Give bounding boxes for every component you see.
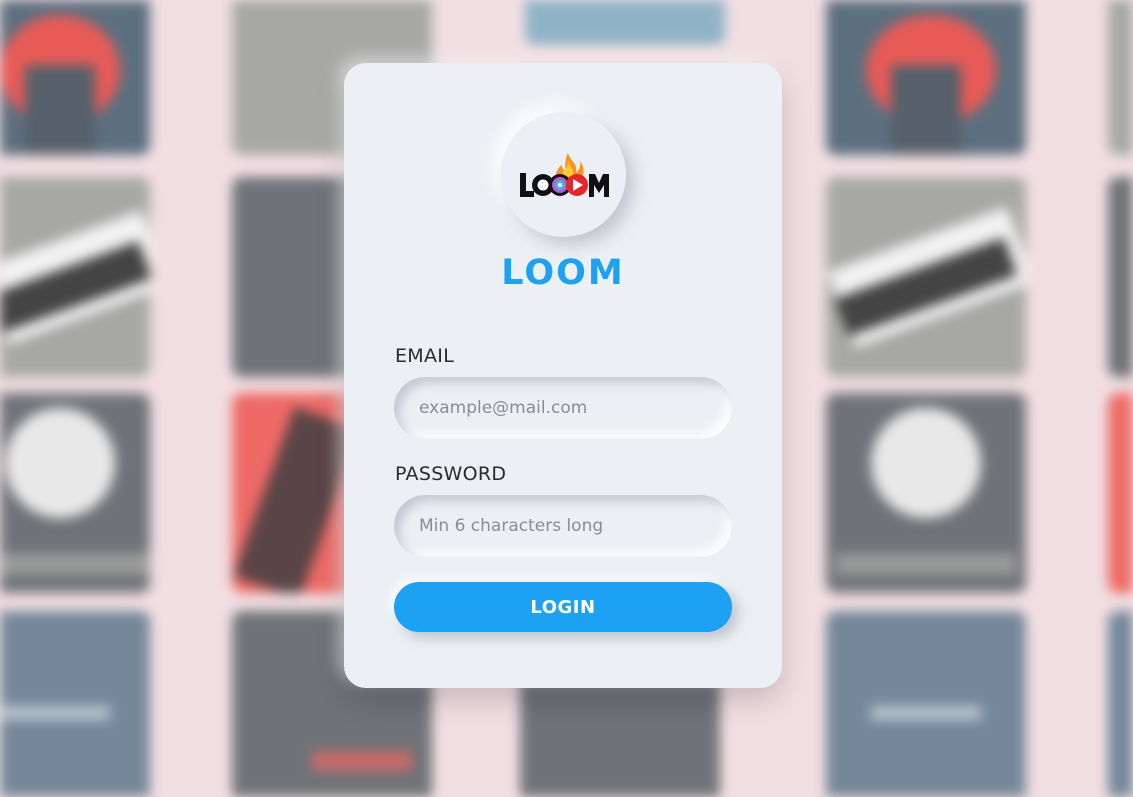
login-button[interactable]: LOGIN [394, 582, 732, 632]
poster-thumbnail [826, 611, 1026, 797]
email-label: EMAIL [395, 345, 455, 367]
brand-title: LOOM [501, 253, 625, 293]
poster-thumbnail [0, 393, 150, 593]
poster-thumbnail [0, 611, 150, 797]
password-label: PASSWORD [395, 463, 507, 485]
logo-badge [501, 112, 626, 237]
password-field[interactable] [394, 495, 732, 557]
poster-thumbnail [826, 393, 1026, 593]
poster-thumbnail [826, 177, 1026, 377]
loom-logo-icon [519, 152, 609, 197]
poster-thumbnail [1108, 177, 1133, 377]
poster-thumbnail [826, 0, 1026, 155]
email-field[interactable] [394, 377, 732, 439]
poster-thumbnail [0, 177, 150, 377]
poster-thumbnail [0, 0, 150, 155]
poster-thumbnail [1108, 0, 1133, 155]
poster-thumbnail [525, 0, 725, 45]
poster-thumbnail [1108, 611, 1133, 797]
poster-thumbnail [1108, 393, 1133, 593]
login-card: LOOM EMAIL PASSWORD LOGIN [344, 63, 782, 688]
